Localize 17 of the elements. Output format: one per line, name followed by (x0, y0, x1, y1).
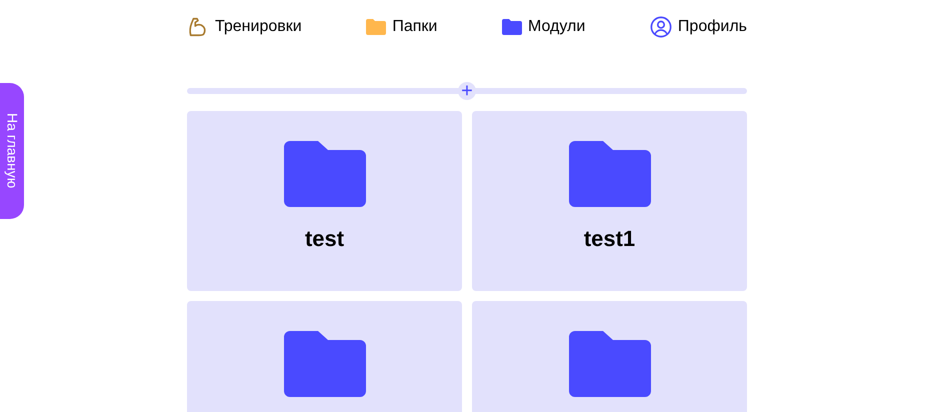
folder-icon (568, 331, 650, 397)
folder-name: test (304, 225, 344, 252)
profile-icon (650, 16, 672, 38)
home-tab[interactable]: На главную (0, 83, 24, 219)
nav-link[interactable]: Модули (502, 14, 586, 38)
folder-icon (502, 18, 522, 34)
folder-name: test1 (584, 225, 636, 252)
nav-link[interactable]: Папки (366, 14, 438, 38)
folder-icon (284, 141, 366, 207)
folder-icon (568, 141, 650, 207)
folder-icon (366, 18, 386, 34)
folder-icon (284, 331, 366, 397)
folder-card[interactable]: test (187, 111, 462, 291)
nav-link[interactable]: Тренировки (187, 14, 302, 38)
nav-link[interactable]: Профиль (650, 14, 747, 38)
folder-card[interactable]: test1 (472, 111, 747, 291)
add-button[interactable]: + (458, 82, 476, 100)
